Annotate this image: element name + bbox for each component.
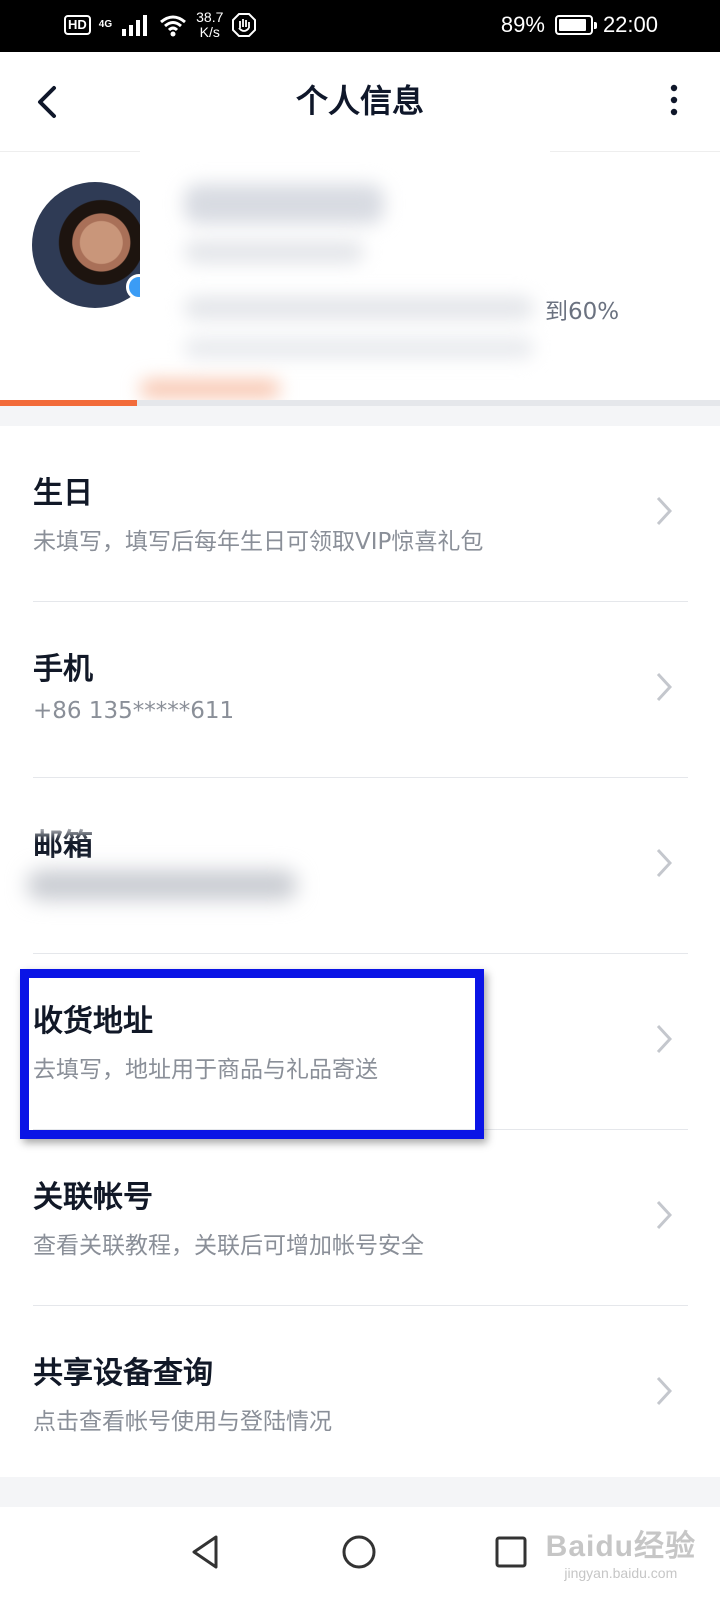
chevron-right-icon (656, 1024, 672, 1054)
nav-recents-button[interactable] (488, 1529, 534, 1575)
item-subtitle: 点击查看帐号使用与登陆情况 (33, 1409, 332, 1435)
bottom-spacer (0, 1477, 720, 1507)
speed-unit: K/s (199, 24, 220, 40)
more-button[interactable] (662, 82, 686, 122)
list-item-birthday[interactable]: 生日 未填写，填写后每年生日可领取VIP惊喜礼包 (33, 426, 688, 602)
nav-back-button[interactable] (184, 1529, 230, 1575)
battery-icon (554, 15, 597, 35)
page: HD 4G 38.7 K/s 89% 22:00 个人信息 到60% 生日 未填… (0, 0, 720, 1600)
hd-badge: HD (64, 15, 91, 35)
item-subtitle: 去填写，地址用于商品与礼品寄送 (33, 1057, 378, 1083)
item-subtitle: +86 135*****611 (33, 698, 235, 724)
list-item-shipping-address[interactable]: 收货地址 去填写，地址用于商品与礼品寄送 (33, 954, 688, 1130)
profile-card[interactable]: 到60% (0, 148, 720, 416)
item-title: 关联帐号 (33, 1180, 153, 1215)
signal-icon (122, 15, 148, 36)
clock: 22:00 (602, 12, 658, 37)
chevron-right-icon (656, 496, 672, 526)
item-subtitle: 未填写，填写后每年生日可领取VIP惊喜礼包 (33, 529, 484, 555)
completion-text: 到60% (545, 299, 620, 325)
battery-level (558, 19, 586, 31)
info-list: 生日 未填写，填写后每年生日可领取VIP惊喜礼包 手机 +86 135*****… (0, 426, 720, 1482)
item-subtitle: 查看关联教程，关联后可增加帐号安全 (33, 1233, 424, 1259)
section-divider (0, 406, 720, 426)
watermark-url: jingyan.baidu.com (564, 1565, 678, 1581)
list-item-email[interactable]: 邮箱 (13, 778, 688, 954)
redacted-email (27, 870, 297, 900)
title-bar: 个人信息 (0, 52, 720, 152)
item-title: 共享设备查询 (33, 1356, 213, 1391)
item-title: 手机 (33, 652, 93, 687)
watermark-logo: Baidu经验 (545, 1530, 696, 1563)
more-vertical-icon (670, 84, 678, 116)
list-item-linked-accounts[interactable]: 关联帐号 查看关联教程，关联后可增加帐号安全 (33, 1130, 688, 1306)
status-left: HD 4G 38.7 K/s (64, 10, 257, 40)
triangle-back-icon (192, 1535, 218, 1569)
chevron-right-icon (656, 1376, 672, 1406)
status-right: 89% 22:00 (501, 12, 658, 38)
battery-percent: 89% (500, 12, 545, 37)
item-title: 生日 (33, 476, 93, 511)
chevron-right-icon (656, 848, 672, 878)
item-title: 收货地址 (33, 1004, 153, 1039)
speed-value: 38.7 (196, 9, 224, 25)
watermark: Baidu经验 jingyan.baidu.com (546, 1521, 696, 1581)
chevron-right-icon (656, 1200, 672, 1230)
chevron-right-icon (656, 672, 672, 702)
redacted-profile-info (140, 148, 550, 416)
network-speed: 38.7 K/s (196, 10, 223, 40)
list-item-phone[interactable]: 手机 +86 135*****611 (33, 602, 688, 778)
list-item-shared-devices[interactable]: 共享设备查询 点击查看帐号使用与登陆情况 (33, 1306, 688, 1482)
hand-icon (232, 13, 257, 37)
system-nav-bar: Baidu经验 jingyan.baidu.com (0, 1507, 720, 1600)
network-label: 4G (98, 19, 113, 30)
status-bar: HD 4G 38.7 K/s 89% 22:00 (0, 0, 720, 52)
circle-home-icon (342, 1535, 376, 1569)
square-recents-icon (495, 1536, 527, 1568)
wifi-icon (160, 15, 187, 37)
nav-home-button[interactable] (336, 1529, 382, 1575)
redaction-mask (13, 800, 123, 834)
page-title: 个人信息 (295, 82, 424, 120)
